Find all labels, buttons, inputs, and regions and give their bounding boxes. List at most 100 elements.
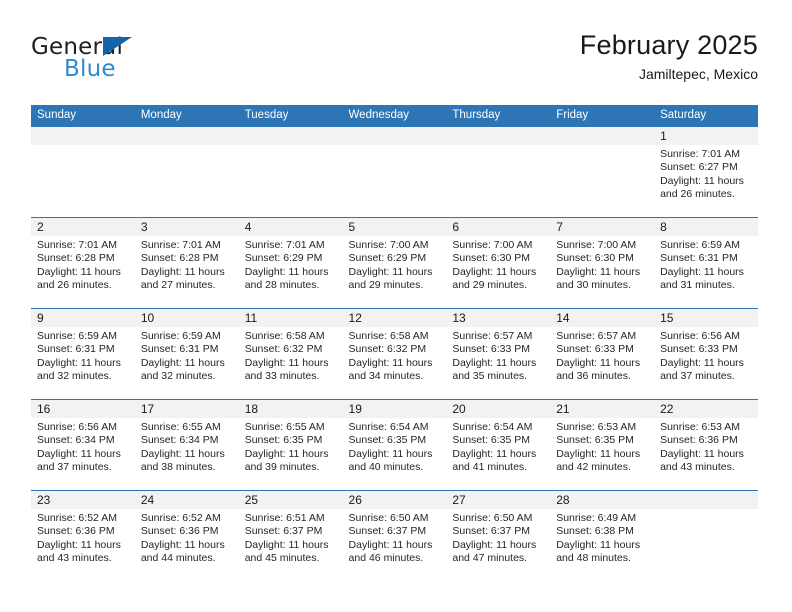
sunset-text: Sunset: 6:31 PM <box>140 343 219 356</box>
calendar-day-cell[interactable]: 20 Sunrise: 6:54 AM Sunset: 6:35 PM Dayligh… <box>446 399 551 491</box>
calendar-day-cell[interactable]: 11 Sunrise: 6:58 AM Sunset: 6:32 PM Dayligh… <box>238 308 343 400</box>
sunset-text: Sunset: 6:35 PM <box>452 434 531 447</box>
sunrise-text: Sunrise: 6:50 AM <box>348 512 429 524</box>
sunset-text: Sunset: 6:33 PM <box>660 343 738 356</box>
calendar-day-cell[interactable]: 25 Sunrise: 6:51 AM Sunset: 6:37 PM Dayligh… <box>238 490 343 581</box>
day-details: Sunrise: 6:50 AM Sunset: 6:37 PM Daylight:… <box>343 509 447 565</box>
weekday-header-saturday: Saturday <box>654 105 758 127</box>
calendar-day-cell[interactable]: 16 Sunrise: 6:56 AM Sunset: 6:34 PM Dayligh… <box>31 399 135 491</box>
day-details: Sunrise: 6:49 AM Sunset: 6:38 PM Daylight:… <box>550 509 654 565</box>
calendar-day-cell-empty <box>550 126 655 218</box>
day-details: Sunrise: 7:00 AM Sunset: 6:30 PM Daylight:… <box>446 236 550 292</box>
calendar-day-cell[interactable]: 24 Sunrise: 6:52 AM Sunset: 6:36 PM Dayligh… <box>134 490 239 581</box>
sunset-text: Sunset: 6:30 PM <box>556 252 634 265</box>
day-number <box>134 127 239 145</box>
calendar-day-cell[interactable]: 1 Sunrise: 7:01 AM Sunset: 6:27 PM Daylight… <box>654 126 758 218</box>
day-details: Sunrise: 7:01 AM Sunset: 6:28 PM Daylight:… <box>135 236 239 292</box>
page-header: General Blue February 2025 Jamiltepec, M… <box>31 28 758 94</box>
calendar-day-cell[interactable]: 18 Sunrise: 6:55 AM Sunset: 6:35 PM Dayligh… <box>238 399 343 491</box>
sunset-text: Sunset: 6:37 PM <box>348 525 427 538</box>
day-details: Sunrise: 6:52 AM Sunset: 6:36 PM Daylight:… <box>31 509 135 565</box>
sunrise-text: Sunrise: 6:51 AM <box>244 512 325 524</box>
day-number: 10 <box>134 309 239 327</box>
day-number: 19 <box>342 400 447 418</box>
calendar-day-cell[interactable]: 19 Sunrise: 6:54 AM Sunset: 6:35 PM Dayligh… <box>342 399 447 491</box>
sunrise-text: Sunrise: 6:54 AM <box>452 421 533 433</box>
calendar-day-cell[interactable]: 4 Sunrise: 7:01 AM Sunset: 6:29 PM Daylight… <box>238 217 343 309</box>
day-details: Sunrise: 6:57 AM Sunset: 6:33 PM Daylight:… <box>550 327 654 383</box>
logo-word-blue: Blue <box>64 56 116 82</box>
daylight-text: Daylight: 11 hours and 34 minutes. <box>348 356 433 382</box>
page-title: February 2025 <box>579 30 758 60</box>
daylight-text: Daylight: 11 hours and 37 minutes. <box>37 447 121 473</box>
day-details: Sunrise: 6:57 AM Sunset: 6:33 PM Daylight:… <box>446 327 550 383</box>
calendar-day-cell[interactable]: 28 Sunrise: 6:49 AM Sunset: 6:38 PM Dayligh… <box>550 490 655 581</box>
sunrise-text: Sunrise: 7:00 AM <box>348 239 429 251</box>
calendar-day-cell[interactable]: 9 Sunrise: 6:59 AM Sunset: 6:31 PM Daylight… <box>31 308 135 400</box>
calendar-day-cell[interactable]: 14 Sunrise: 6:57 AM Sunset: 6:33 PM Dayligh… <box>550 308 655 400</box>
calendar-day-cell[interactable]: 10 Sunrise: 6:59 AM Sunset: 6:31 PM Dayligh… <box>134 308 239 400</box>
day-details: Sunrise: 6:58 AM Sunset: 6:32 PM Daylight:… <box>239 327 343 383</box>
sunset-text: Sunset: 6:29 PM <box>244 252 323 265</box>
day-number: 3 <box>134 218 239 236</box>
sunset-text: Sunset: 6:30 PM <box>452 252 531 265</box>
calendar-day-cell[interactable]: 3 Sunrise: 7:01 AM Sunset: 6:28 PM Daylight… <box>134 217 239 309</box>
calendar-day-cell[interactable]: 15 Sunrise: 6:56 AM Sunset: 6:33 PM Dayligh… <box>654 308 758 400</box>
daylight-text: Daylight: 11 hours and 47 minutes. <box>452 538 537 564</box>
sunset-text: Sunset: 6:36 PM <box>140 525 219 538</box>
sunrise-text: Sunrise: 6:52 AM <box>37 512 117 524</box>
sunset-text: Sunset: 6:36 PM <box>660 434 738 447</box>
day-number: 23 <box>31 491 135 509</box>
sunrise-text: Sunrise: 6:53 AM <box>660 421 741 433</box>
day-number: 5 <box>342 218 447 236</box>
calendar-day-cell[interactable]: 2 Sunrise: 7:01 AM Sunset: 6:28 PM Daylight… <box>31 217 135 309</box>
sunrise-text: Sunrise: 6:59 AM <box>37 330 117 342</box>
calendar-day-cell[interactable]: 17 Sunrise: 6:55 AM Sunset: 6:34 PM Dayligh… <box>134 399 239 491</box>
daylight-text: Daylight: 11 hours and 27 minutes. <box>140 265 225 291</box>
calendar-day-cell[interactable]: 8 Sunrise: 6:59 AM Sunset: 6:31 PM Daylight… <box>654 217 758 309</box>
day-number: 24 <box>134 491 239 509</box>
sunset-text: Sunset: 6:32 PM <box>244 343 323 356</box>
sunrise-text: Sunrise: 6:58 AM <box>244 330 325 342</box>
day-details: Sunrise: 6:55 AM Sunset: 6:34 PM Daylight:… <box>135 418 239 474</box>
calendar-day-cell[interactable]: 26 Sunrise: 6:50 AM Sunset: 6:37 PM Dayligh… <box>342 490 447 581</box>
calendar-day-cell[interactable]: 27 Sunrise: 6:50 AM Sunset: 6:37 PM Dayligh… <box>446 490 551 581</box>
sunset-text: Sunset: 6:38 PM <box>556 525 634 538</box>
calendar-day-cell[interactable]: 7 Sunrise: 7:00 AM Sunset: 6:30 PM Daylight… <box>550 217 655 309</box>
calendar-day-cell[interactable]: 13 Sunrise: 6:57 AM Sunset: 6:33 PM Dayligh… <box>446 308 551 400</box>
calendar-day-cell[interactable]: 21 Sunrise: 6:53 AM Sunset: 6:35 PM Dayligh… <box>550 399 655 491</box>
sunset-text: Sunset: 6:32 PM <box>348 343 427 356</box>
daylight-text: Daylight: 11 hours and 43 minutes. <box>37 538 121 564</box>
sunset-text: Sunset: 6:37 PM <box>452 525 531 538</box>
calendar-day-cell[interactable]: 6 Sunrise: 7:00 AM Sunset: 6:30 PM Daylight… <box>446 217 551 309</box>
calendar-page: General Blue February 2025 Jamiltepec, M… <box>0 0 792 612</box>
day-number <box>446 127 551 145</box>
calendar-week-row: 23 Sunrise: 6:52 AM Sunset: 6:36 PM Dayligh… <box>31 490 758 581</box>
calendar-day-cell[interactable]: 22 Sunrise: 6:53 AM Sunset: 6:36 PM Dayligh… <box>654 399 758 491</box>
day-number: 18 <box>238 400 343 418</box>
calendar-day-cell[interactable]: 5 Sunrise: 7:00 AM Sunset: 6:29 PM Daylight… <box>342 217 447 309</box>
sunrise-text: Sunrise: 7:01 AM <box>37 239 117 251</box>
general-blue-logo: General Blue <box>31 34 261 90</box>
daylight-text: Daylight: 11 hours and 31 minutes. <box>660 265 744 291</box>
day-details: Sunrise: 6:59 AM Sunset: 6:31 PM Daylight:… <box>654 236 758 292</box>
sunrise-text: Sunrise: 7:00 AM <box>556 239 637 251</box>
calendar-day-cell[interactable]: 23 Sunrise: 6:52 AM Sunset: 6:36 PM Dayligh… <box>31 490 135 581</box>
daylight-text: Daylight: 11 hours and 44 minutes. <box>140 538 225 564</box>
calendar-body: 1 Sunrise: 7:01 AM Sunset: 6:27 PM Daylight… <box>31 126 758 581</box>
weekday-header-thursday: Thursday <box>446 105 551 127</box>
calendar-day-cell[interactable]: 12 Sunrise: 6:58 AM Sunset: 6:32 PM Dayligh… <box>342 308 447 400</box>
page-subtitle: Jamiltepec, Mexico <box>638 66 758 82</box>
day-details: Sunrise: 6:58 AM Sunset: 6:32 PM Daylight:… <box>343 327 447 383</box>
day-number: 1 <box>654 127 758 145</box>
sunset-text: Sunset: 6:35 PM <box>556 434 634 447</box>
day-details: Sunrise: 7:01 AM Sunset: 6:28 PM Daylight:… <box>31 236 135 292</box>
daylight-text: Daylight: 11 hours and 30 minutes. <box>556 265 641 291</box>
day-number <box>238 127 343 145</box>
sunset-text: Sunset: 6:28 PM <box>140 252 219 265</box>
day-number: 21 <box>550 400 655 418</box>
day-number: 28 <box>550 491 655 509</box>
day-details: Sunrise: 6:50 AM Sunset: 6:37 PM Daylight:… <box>446 509 550 565</box>
calendar-day-cell-empty <box>134 126 239 218</box>
sunset-text: Sunset: 6:33 PM <box>556 343 634 356</box>
